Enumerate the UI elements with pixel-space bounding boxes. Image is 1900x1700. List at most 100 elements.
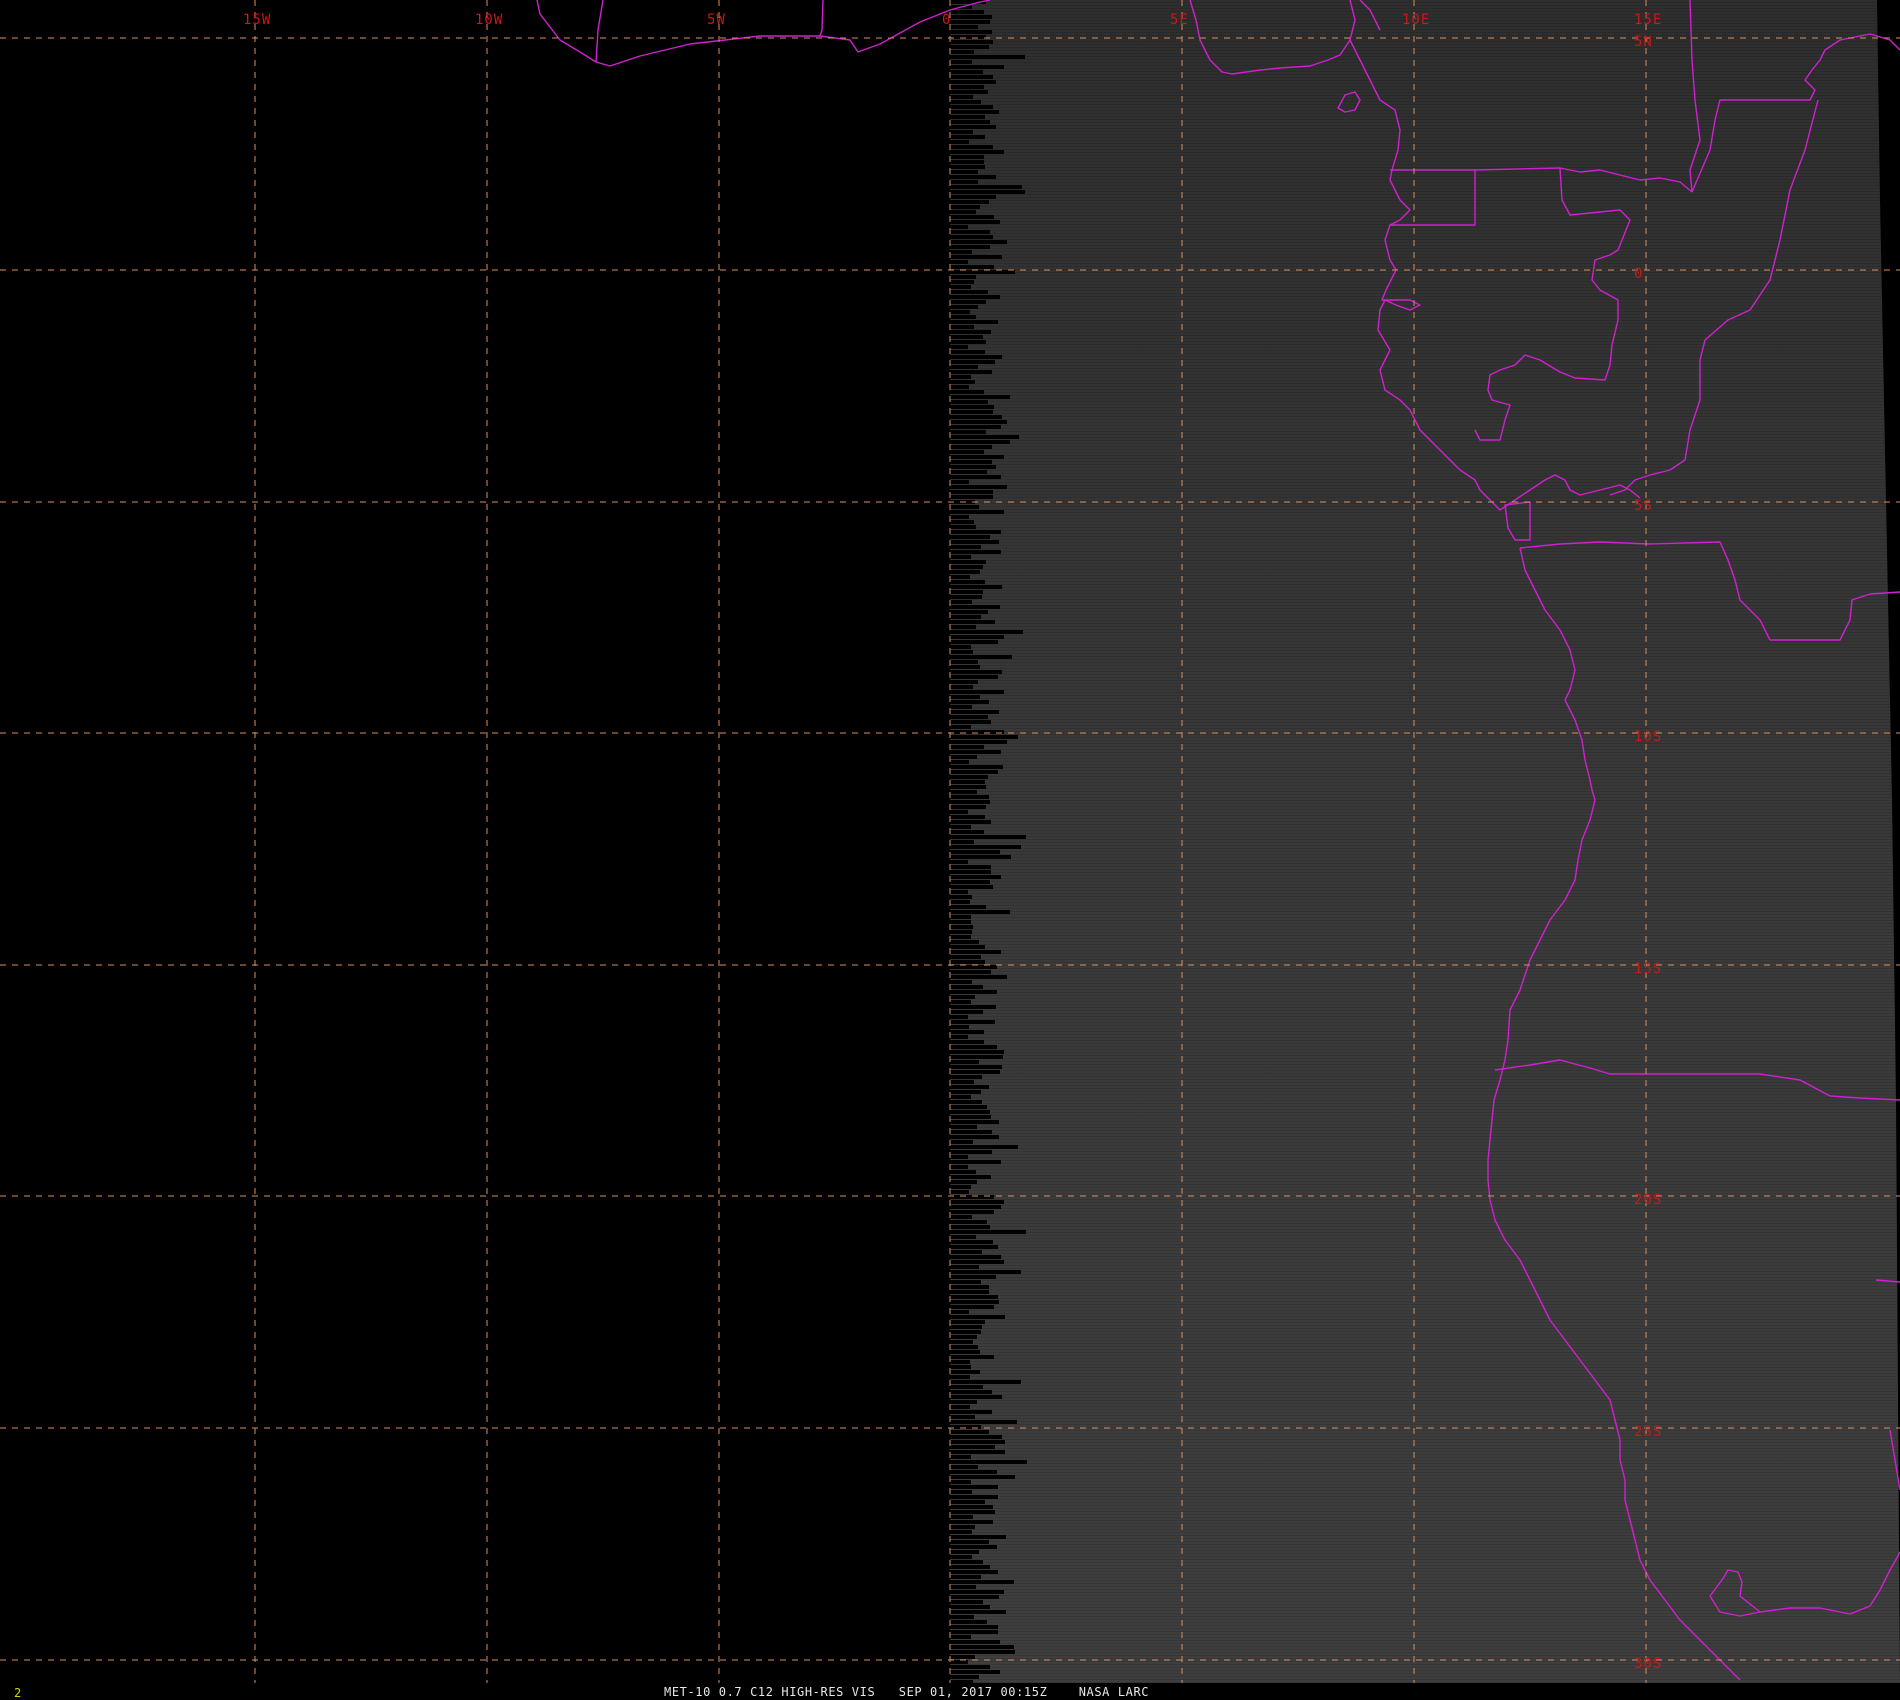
terminator-scanline [950,995,975,999]
terminator-scanline [950,1435,1002,1439]
terminator-scanline [950,1500,985,1504]
terminator-scanline [950,165,985,169]
terminator-scanline [950,295,1000,299]
terminator-scanline [950,860,968,864]
terminator-scanline [950,1290,989,1294]
terminator-scanline [950,1670,1000,1674]
terminator-scanline [950,1070,1000,1074]
terminator-scanline [950,55,1025,59]
terminator-scanline [950,1255,1001,1259]
terminator-scanline [950,335,983,339]
terminator-scanline [950,180,978,184]
terminator-scanline [950,510,1004,514]
terminator-scanline [950,715,988,719]
terminator-scanline [950,585,1002,589]
terminator-scanline [950,60,972,64]
terminator-scanline [950,1385,983,1389]
terminator-scanline [950,10,984,14]
terminator-scanline [950,770,998,774]
terminator-scanline [950,1660,968,1664]
terminator-scanline [950,695,980,699]
terminator-scanline [950,1535,1006,1539]
terminator-scanline [950,1305,994,1309]
terminator-scanline [950,605,1000,609]
terminator-scanline [950,675,998,679]
terminator-scanline [950,1145,1018,1149]
terminator-scanline [950,105,993,109]
terminator-scanline [950,310,970,314]
terminator-scanline [950,275,976,279]
terminator-scanline [950,420,1007,424]
terminator-scanline [950,80,996,84]
terminator-scanline [950,1280,981,1284]
terminator-scanline [950,305,978,309]
terminator-scanline [950,705,972,709]
terminator-scanline [950,615,981,619]
terminator-scanline [950,205,980,209]
terminator-scanline [950,465,996,469]
terminator-scanline [950,725,971,729]
terminator-scanline [950,145,993,149]
terminator-scanline [950,870,991,874]
terminator-scanline [950,1045,997,1049]
terminator-scanline [950,900,970,904]
terminator-scanline [950,320,998,324]
terminator-scanline [950,1675,979,1679]
terminator-scanline [950,1130,992,1134]
terminator-scanline [950,1605,990,1609]
terminator-scanline [950,260,968,264]
terminator-scanline [950,565,983,569]
terminator-scanline [950,400,988,404]
terminator-scanline [950,515,969,519]
terminator-scanline [950,50,974,54]
terminator-scanline [950,1010,983,1014]
latitude-label: 15S [1634,961,1662,977]
terminator-scanline [950,1465,978,1469]
terminator-scanline [950,90,988,94]
terminator-scanline [950,885,993,889]
terminator-scanline [950,640,998,644]
terminator-scanline [950,1565,990,1569]
terminator-scanline [950,1215,972,1219]
terminator-scanline [950,75,993,79]
longitude-label: 15W [243,12,271,28]
terminator-scanline [950,1090,981,1094]
terminator-scanline [950,1495,998,1499]
terminator-scanline [950,590,983,594]
terminator-scanline [950,95,973,99]
longitude-label: 5E [1170,12,1189,28]
terminator-scanline [950,1560,983,1564]
latitude-label: 30S [1634,1656,1662,1672]
terminator-scanline [950,120,990,124]
terminator-scanline [950,100,981,104]
terminator-scanline [950,450,984,454]
terminator-scanline [950,245,990,249]
terminator-scanline [950,1340,973,1344]
terminator-scanline [950,1020,995,1024]
terminator-scanline [950,1230,1026,1234]
terminator-scanline [950,270,1015,274]
terminator-scanline [950,815,985,819]
terminator-scanline [950,1405,970,1409]
terminator-scanline [950,920,971,924]
longitude-label: 0 [942,12,951,28]
terminator-scanline [950,470,987,474]
terminator-scanline [950,745,984,749]
terminator-scanline [950,1630,998,1634]
terminator-scanline [950,1275,996,1279]
terminator-scanline [950,1380,1021,1384]
longitude-label: 10E [1402,12,1430,28]
terminator-scanline [950,540,999,544]
terminator-scanline [950,380,975,384]
terminator-scanline [950,1075,982,1079]
terminator-scanline [950,395,1010,399]
terminator-scanline [950,1440,1005,1444]
latitude-label: 25S [1634,1424,1662,1440]
terminator-scanline [950,505,979,509]
terminator-scanline [950,1285,989,1289]
terminator-scanline [950,1520,993,1524]
terminator-scanline [950,315,976,319]
satellite-image-viewport[interactable]: 15W 10W 5W 0 5E 10E 15E 5N 0 5S 10S 15S 20S 25S 30S 2… [0,0,1900,1700]
terminator-scanline [950,1055,1003,1059]
terminator-scanline [950,155,984,159]
